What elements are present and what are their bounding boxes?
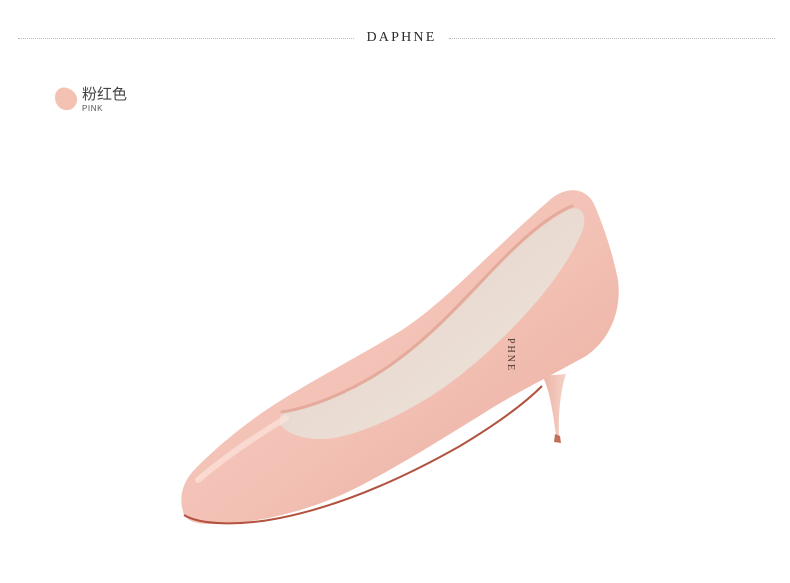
shoe-heel: [542, 374, 566, 436]
color-name-cn: 粉红色: [82, 85, 128, 103]
product-image-pink-pump: PHNE: [181, 190, 619, 525]
color-swatch: 粉红色 PINK: [53, 84, 173, 118]
brand-logo: DAPHNE: [366, 30, 437, 45]
header-divider-right: [449, 38, 775, 39]
shoe-heel-tip: [554, 434, 561, 443]
insole-brand-print: PHNE: [505, 338, 516, 372]
color-name-en: PINK: [82, 104, 104, 113]
color-swatch-icon: [55, 87, 78, 111]
header-divider-left: [18, 38, 354, 39]
